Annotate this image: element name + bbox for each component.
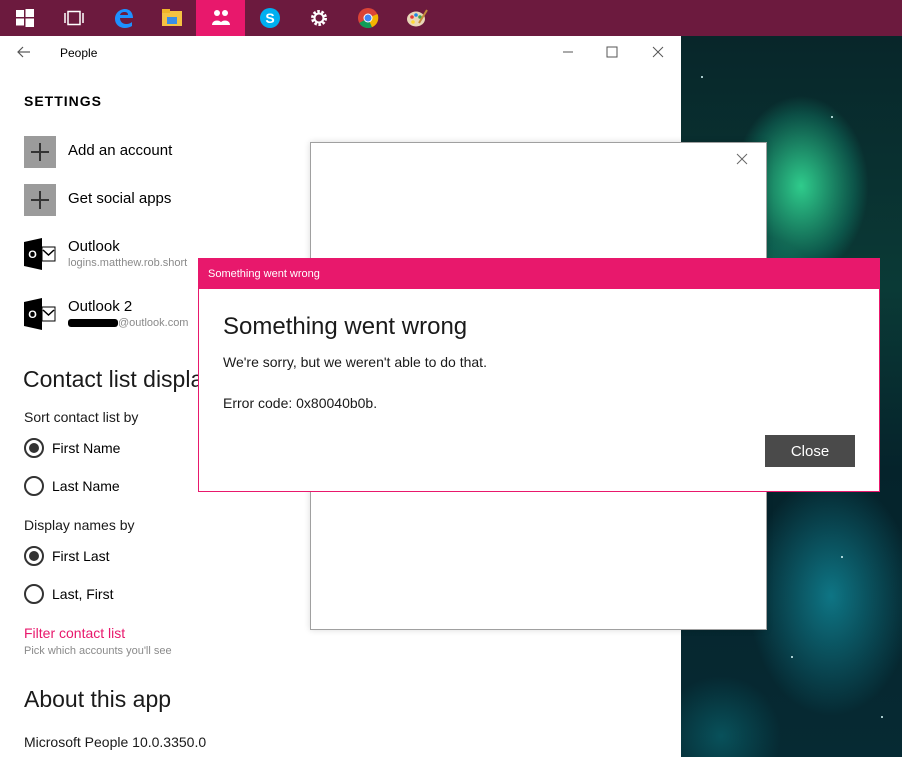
radio-first-last[interactable]: First Last [24,546,110,566]
outlook-icon: O [24,238,56,270]
chrome-button[interactable] [343,0,392,36]
people-button[interactable] [196,0,245,36]
redaction-scribble [68,319,118,328]
error-code: Error code: 0x80040b0b. [223,395,378,411]
error-dialog-title-bar: Something went wrong [199,259,879,289]
error-heading: Something went wrong [223,313,468,340]
edge-button[interactable] [98,0,147,36]
app-title: People [60,46,98,60]
star [831,116,833,118]
paint-palette-icon [406,9,428,27]
plus-icon [24,136,56,168]
radio-button[interactable] [24,584,44,604]
version-text: Microsoft People 10.0.3350.0 [24,734,207,750]
taskbar: S [0,0,902,36]
title-bar: People [0,36,681,68]
minimize-icon[interactable] [558,42,578,62]
radio-label: First Name [52,440,121,456]
windows-logo-icon [15,9,34,27]
paint-button[interactable] [392,0,441,36]
star [841,556,843,558]
error-message: We're sorry, but we weren't able to do t… [223,354,487,370]
skype-button[interactable]: S [245,0,294,36]
email-suffix: @outlook.com [118,317,189,329]
star [791,656,793,658]
add-account-button[interactable]: Add an account [24,136,172,168]
radio-label: Last Name [52,478,120,494]
outlook-icon: O [24,298,56,330]
add-account-label: Add an account [68,142,173,159]
account-email: @outlook.com [68,317,198,329]
folder-icon [161,9,182,26]
maximize-icon[interactable] [602,42,622,62]
start-button[interactable] [0,0,49,36]
back-arrow-icon[interactable] [16,44,32,60]
people-icon [211,10,230,25]
display-label: Display names by [24,517,135,533]
radio-last-first[interactable]: Last, First [24,584,113,604]
close-icon[interactable] [734,151,750,167]
gear-icon [310,10,327,26]
svg-text:O: O [28,249,37,261]
error-dialog: Something went wrong Something went wron… [198,258,880,492]
get-social-apps-label: Get social apps [68,190,172,207]
radio-button-selected[interactable] [24,546,44,566]
svg-text:S: S [265,10,274,26]
radio-label: Last, First [52,586,114,602]
close-icon[interactable] [648,42,668,62]
sort-label: Sort contact list by [24,409,139,425]
plus-icon [24,184,56,216]
account-outlook-2[interactable]: O Outlook 2 @outlook.com [24,298,198,330]
file-explorer-button[interactable] [147,0,196,36]
task-view-icon [63,10,84,26]
star [881,716,883,718]
account-name: Outlook 2 [68,298,133,315]
radio-first-name[interactable]: First Name [24,438,120,458]
settings-button[interactable] [294,0,343,36]
star [701,76,703,78]
get-social-apps-button[interactable]: Get social apps [24,184,171,216]
settings-heading: SETTINGS [24,93,103,109]
skype-icon: S [259,8,280,28]
close-button[interactable]: Close [765,435,855,467]
task-view-button[interactable] [49,0,98,36]
chrome-icon [357,8,378,29]
account-email: logins.matthew.rob.short [68,257,188,269]
filter-contact-list-link[interactable]: Filter contact list [24,625,125,641]
account-outlook[interactable]: O Outlook logins.matthew.rob.short [24,238,198,270]
radio-button-selected[interactable] [24,438,44,458]
radio-last-name[interactable]: Last Name [24,476,120,496]
account-name: Outlook [68,238,120,255]
about-heading: About this app [24,686,172,712]
error-dialog-title: Something went wrong [208,268,320,280]
filter-description: Pick which accounts you'll see [24,645,172,657]
radio-label: First Last [52,548,110,564]
radio-button[interactable] [24,476,44,496]
svg-text:O: O [28,309,37,321]
edge-icon [114,9,133,28]
contact-list-heading: Contact list displa [23,366,204,392]
